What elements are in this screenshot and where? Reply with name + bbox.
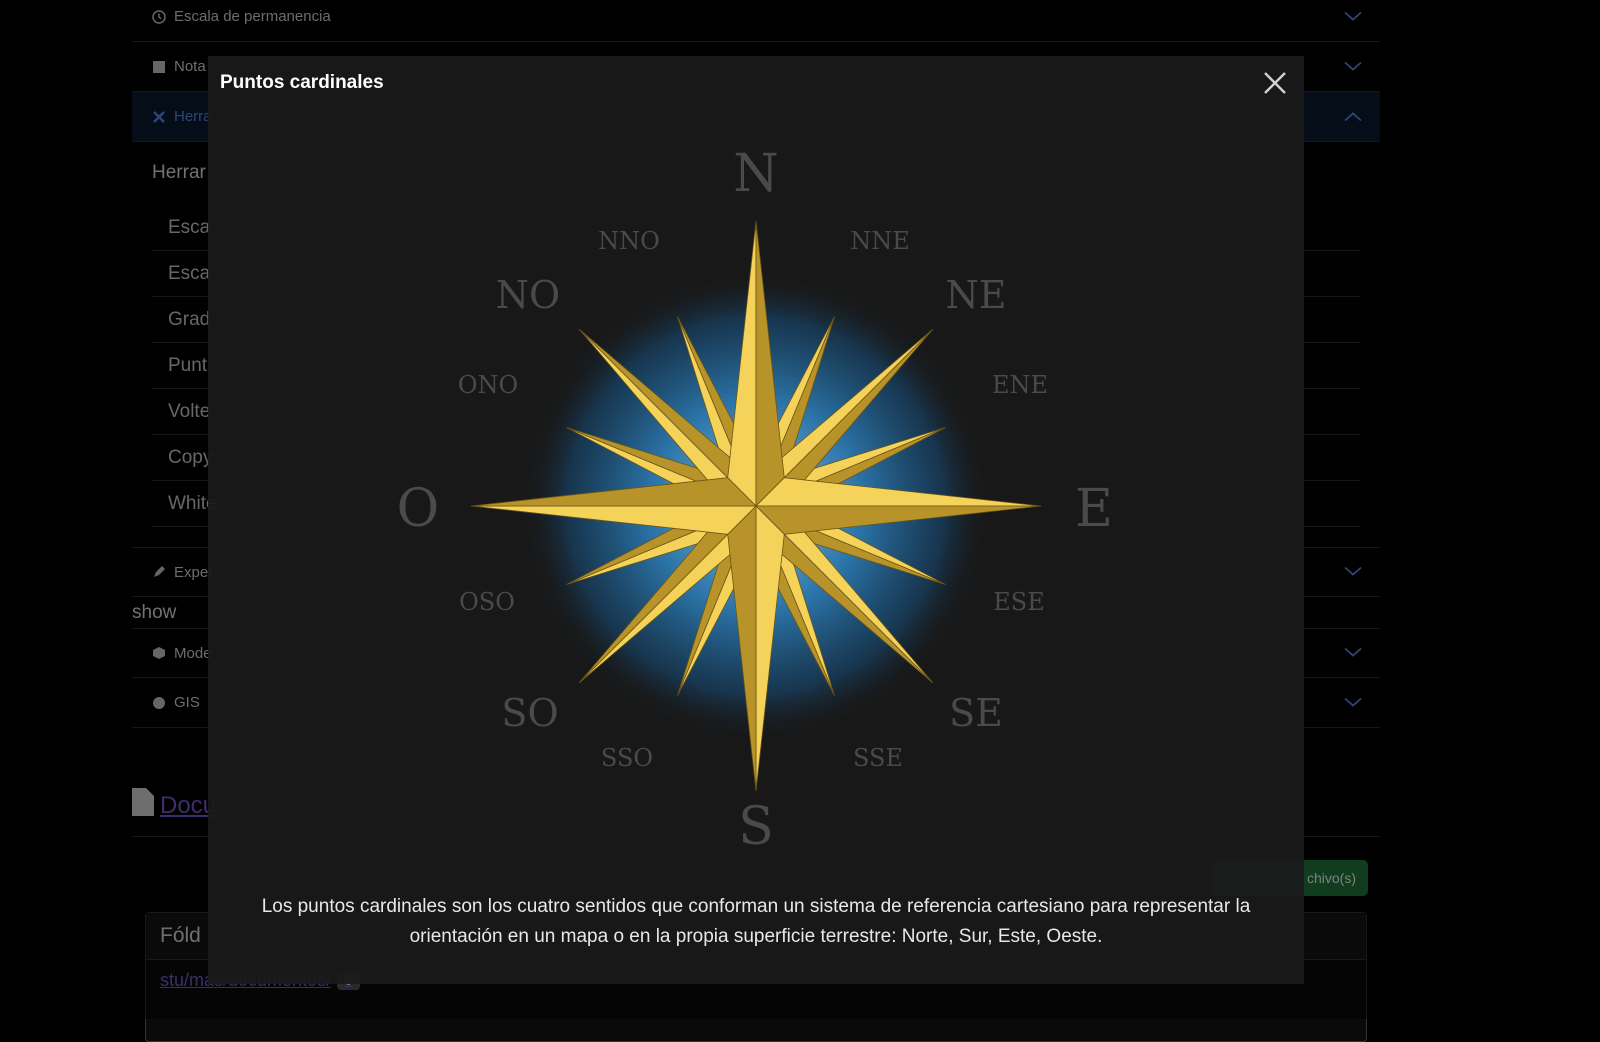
compass-rose: N S E O NE NO SE SO NNE NNO ENE ONO ESE …: [397, 144, 1113, 857]
label-n: N: [733, 144, 779, 204]
label-so: SO: [501, 691, 558, 735]
label-e: E: [1075, 479, 1113, 539]
label-sse: SSE: [853, 744, 903, 772]
label-ene: ENE: [992, 371, 1048, 399]
label-s: S: [738, 797, 774, 857]
label-o: O: [397, 479, 440, 539]
label-no: NO: [496, 273, 560, 317]
label-se: SE: [949, 691, 1003, 735]
label-nne: NNE: [850, 227, 910, 255]
label-sso: SSO: [601, 744, 653, 772]
modal-description: Los puntos cardinales son los cuatro sen…: [261, 896, 1251, 947]
label-oso: OSO: [459, 588, 515, 616]
label-ono: ONO: [458, 371, 518, 399]
label-ne: NE: [946, 273, 1007, 317]
label-nno: NNO: [598, 227, 660, 255]
cardinal-points-modal: Puntos cardinales N S E O NE NO SE SO NN…: [208, 56, 1304, 984]
label-ese: ESE: [993, 588, 1044, 616]
